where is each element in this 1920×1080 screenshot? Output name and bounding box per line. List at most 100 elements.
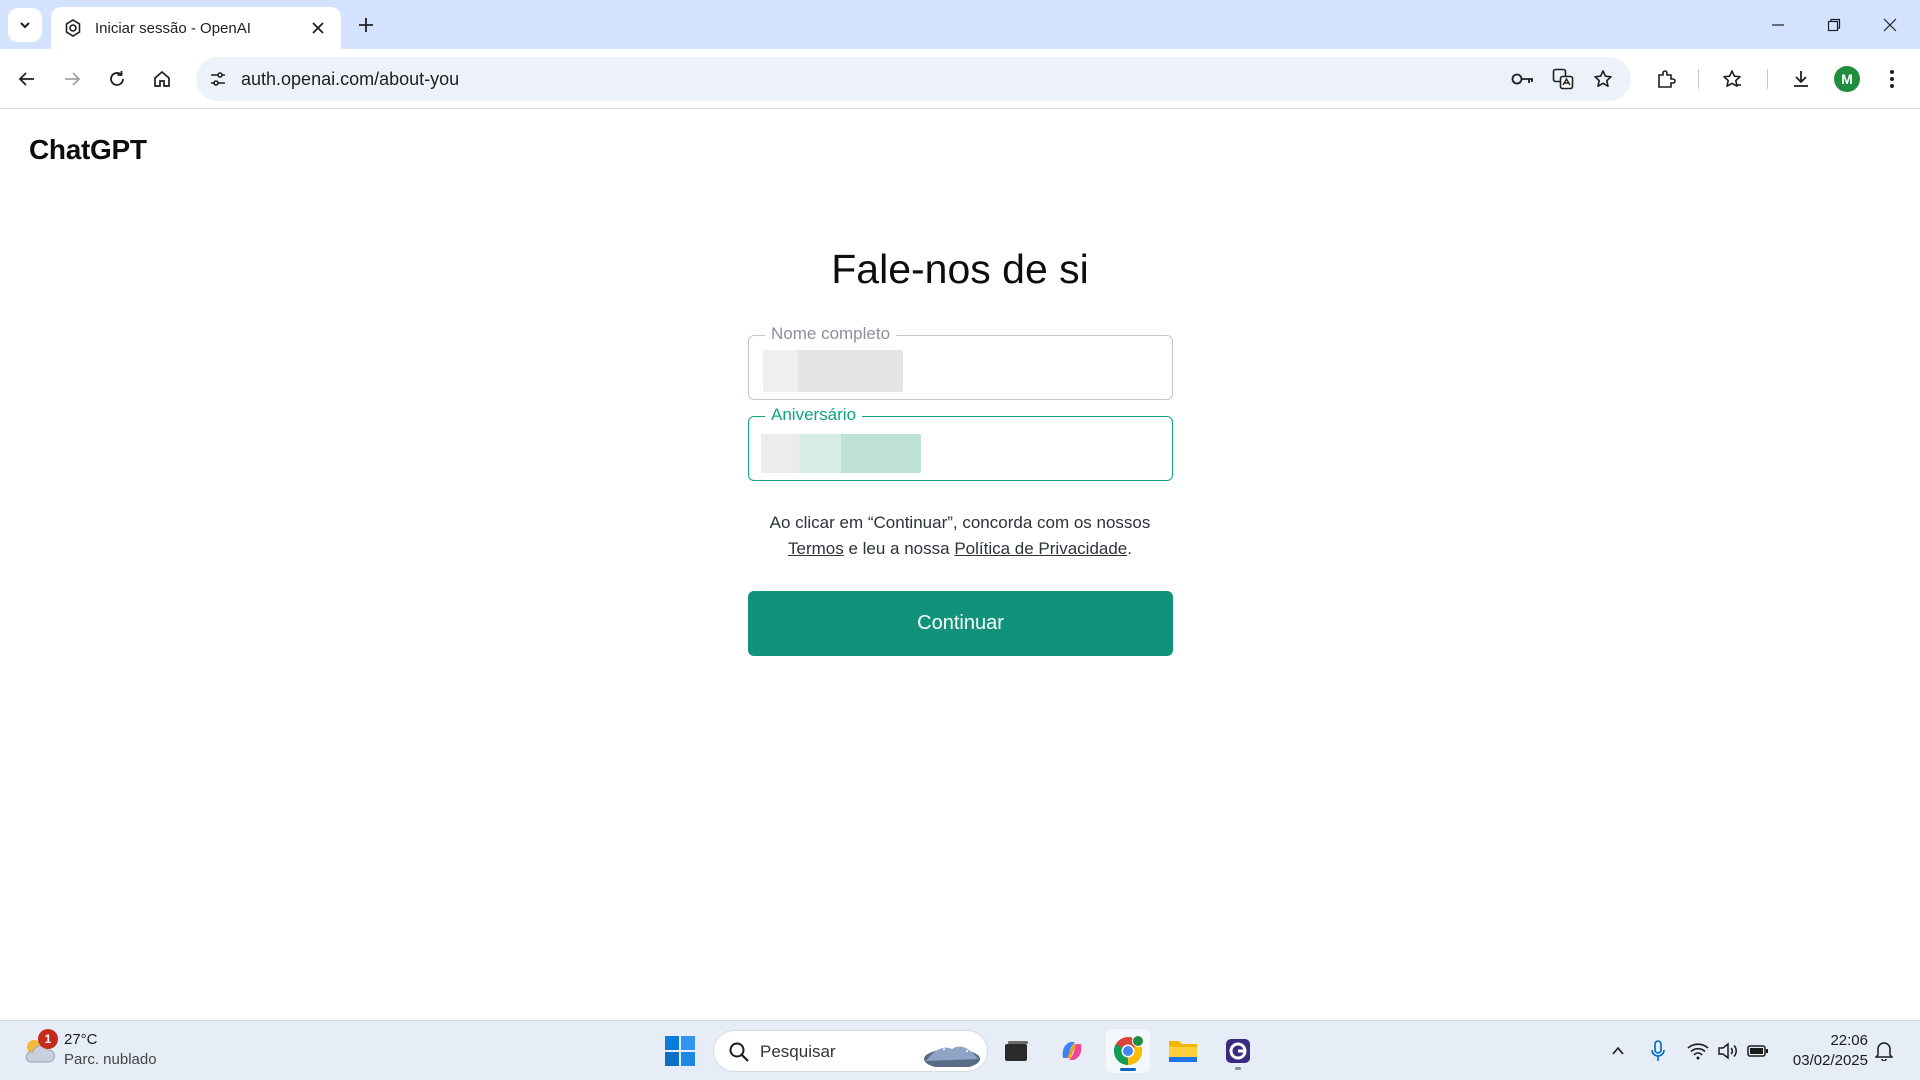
- url-text[interactable]: auth.openai.com/about-you: [241, 69, 459, 90]
- clock-date: 03/02/2025: [1792, 1052, 1868, 1069]
- terms-text-before: Ao clicar em “Continuar”, concorda com o…: [769, 513, 1151, 532]
- close-icon: [312, 22, 324, 34]
- extensions-button[interactable]: [1649, 62, 1683, 96]
- birthday-value[interactable]: [761, 434, 921, 473]
- address-bar[interactable]: auth.openai.com/about-you: [196, 57, 1631, 101]
- download-icon: [1794, 71, 1808, 87]
- tab-title: Iniciar sessão - OpenAI: [95, 19, 251, 37]
- toolbar-separator: [1767, 69, 1768, 89]
- minimize-icon: [1772, 23, 1784, 26]
- weather-description: Parc. nublado: [64, 1051, 157, 1068]
- chrome-icon: [1114, 1035, 1144, 1065]
- star-list-icon: [1723, 70, 1741, 87]
- folder-icon: [1169, 1041, 1197, 1062]
- birthday-field[interactable]: Aniversário: [748, 405, 1173, 481]
- menu-button[interactable]: [1875, 62, 1909, 96]
- network-button[interactable]: [1686, 1039, 1710, 1063]
- arrow-right-icon: [65, 72, 81, 86]
- tab-strip: Iniciar sessão - OpenAI: [0, 0, 1920, 49]
- tune-icon: [211, 72, 225, 86]
- copilot-button[interactable]: [1050, 1029, 1094, 1073]
- task-view-icon: [1005, 1041, 1028, 1061]
- back-button[interactable]: [10, 62, 44, 96]
- forward-button[interactable]: [55, 62, 89, 96]
- reload-button[interactable]: [100, 62, 134, 96]
- restore-button[interactable]: [1806, 0, 1862, 49]
- key-icon: [1511, 73, 1533, 85]
- tab-search-button[interactable]: [8, 8, 42, 42]
- brand-logo[interactable]: ChatGPT: [29, 134, 147, 166]
- running-indicator: [1235, 1067, 1241, 1070]
- microphone-button[interactable]: [1646, 1039, 1670, 1063]
- birthday-label: Aniversário: [765, 405, 863, 425]
- battery-icon: [1747, 1045, 1768, 1057]
- show-hidden-icons-button[interactable]: [1606, 1039, 1630, 1063]
- search-highlight-icon: [924, 1045, 980, 1067]
- close-tab-button[interactable]: [307, 17, 329, 39]
- new-tab-button[interactable]: [352, 11, 380, 39]
- home-icon: [154, 70, 170, 87]
- bookmark-star-button[interactable]: [1588, 64, 1618, 94]
- volume-button[interactable]: [1716, 1039, 1740, 1063]
- speaker-icon: [1718, 1042, 1737, 1060]
- terms-link[interactable]: Termos: [788, 539, 844, 558]
- taskbar: 1 27°C Parc. nublado Pesquisar 22:06 03/…: [0, 1020, 1920, 1080]
- wifi-icon: [1687, 1043, 1709, 1060]
- chevron-down-icon: [20, 22, 30, 29]
- full-name-value[interactable]: [763, 350, 903, 392]
- openai-icon: [63, 18, 83, 38]
- tab-active[interactable]: Iniciar sessão - OpenAI: [51, 7, 341, 49]
- terms-text-after: .: [1127, 539, 1132, 558]
- profile-avatar[interactable]: M: [1834, 66, 1860, 92]
- translate-icon: [1552, 68, 1574, 90]
- microphone-icon: [1651, 1040, 1665, 1061]
- taskbar-search[interactable]: Pesquisar: [713, 1030, 988, 1072]
- bookmarks-button[interactable]: [1715, 62, 1749, 96]
- close-window-button[interactable]: [1862, 0, 1918, 49]
- task-view-button[interactable]: [994, 1029, 1038, 1073]
- file-explorer-button[interactable]: [1161, 1029, 1205, 1073]
- system-clock[interactable]: 22:06 03/02/2025: [1776, 1031, 1868, 1071]
- restore-icon: [1827, 18, 1841, 31]
- browser-toolbar: auth.openai.com/about-you M: [0, 49, 1920, 109]
- puzzle-icon: [1658, 70, 1676, 88]
- plus-icon: [359, 18, 373, 32]
- full-name-field[interactable]: Nome completo: [748, 324, 1173, 400]
- password-key-button[interactable]: [1508, 64, 1538, 94]
- site-info-button[interactable]: [202, 63, 234, 95]
- taskbar-search-placeholder: Pesquisar: [760, 1042, 836, 1061]
- browser-window: Iniciar sessão - OpenAI auth.openai.com/…: [0, 0, 1920, 1080]
- home-button[interactable]: [145, 62, 179, 96]
- app-taskbar-button[interactable]: [1216, 1029, 1260, 1073]
- reload-icon: [110, 71, 124, 86]
- app-icon: [1226, 1039, 1250, 1063]
- active-indicator: [1120, 1068, 1136, 1071]
- chevron-up-icon: [1612, 1046, 1624, 1055]
- close-icon: [1883, 18, 1897, 31]
- more-vertical-icon: [1890, 70, 1894, 88]
- notification-badge: 1: [38, 1029, 58, 1049]
- chrome-taskbar-button[interactable]: [1106, 1029, 1150, 1073]
- clock-time: 22:06: [1830, 1032, 1868, 1049]
- continue-button[interactable]: Continuar: [748, 591, 1173, 656]
- weather-temperature: 27°C: [64, 1031, 98, 1048]
- weather-widget[interactable]: 1 27°C Parc. nublado: [22, 1029, 222, 1073]
- arrow-left-icon: [18, 72, 34, 86]
- windows-start-icon[interactable]: [664, 1035, 696, 1067]
- toolbar-separator: [1698, 69, 1699, 89]
- terms-notice: Ao clicar em “Continuar”, concorda com o…: [700, 510, 1220, 562]
- terms-text-middle: e leu a nossa: [848, 539, 950, 558]
- search-icon: [729, 1042, 749, 1062]
- page-title: Fale-nos de si: [831, 246, 1089, 292]
- minimize-button[interactable]: [1750, 0, 1806, 49]
- battery-button[interactable]: [1746, 1039, 1770, 1063]
- privacy-policy-link[interactable]: Política de Privacidade: [954, 539, 1127, 558]
- full-name-label: Nome completo: [765, 324, 897, 344]
- copilot-icon: [1062, 1042, 1082, 1060]
- notifications-button[interactable]: [1872, 1039, 1896, 1063]
- translate-button[interactable]: [1548, 64, 1578, 94]
- star-icon: [1594, 70, 1612, 87]
- bell-icon: [1875, 1042, 1893, 1061]
- page-content: ChatGPT Fale-nos de si Nome completo Ani…: [0, 110, 1920, 1020]
- downloads-button[interactable]: [1784, 62, 1818, 96]
